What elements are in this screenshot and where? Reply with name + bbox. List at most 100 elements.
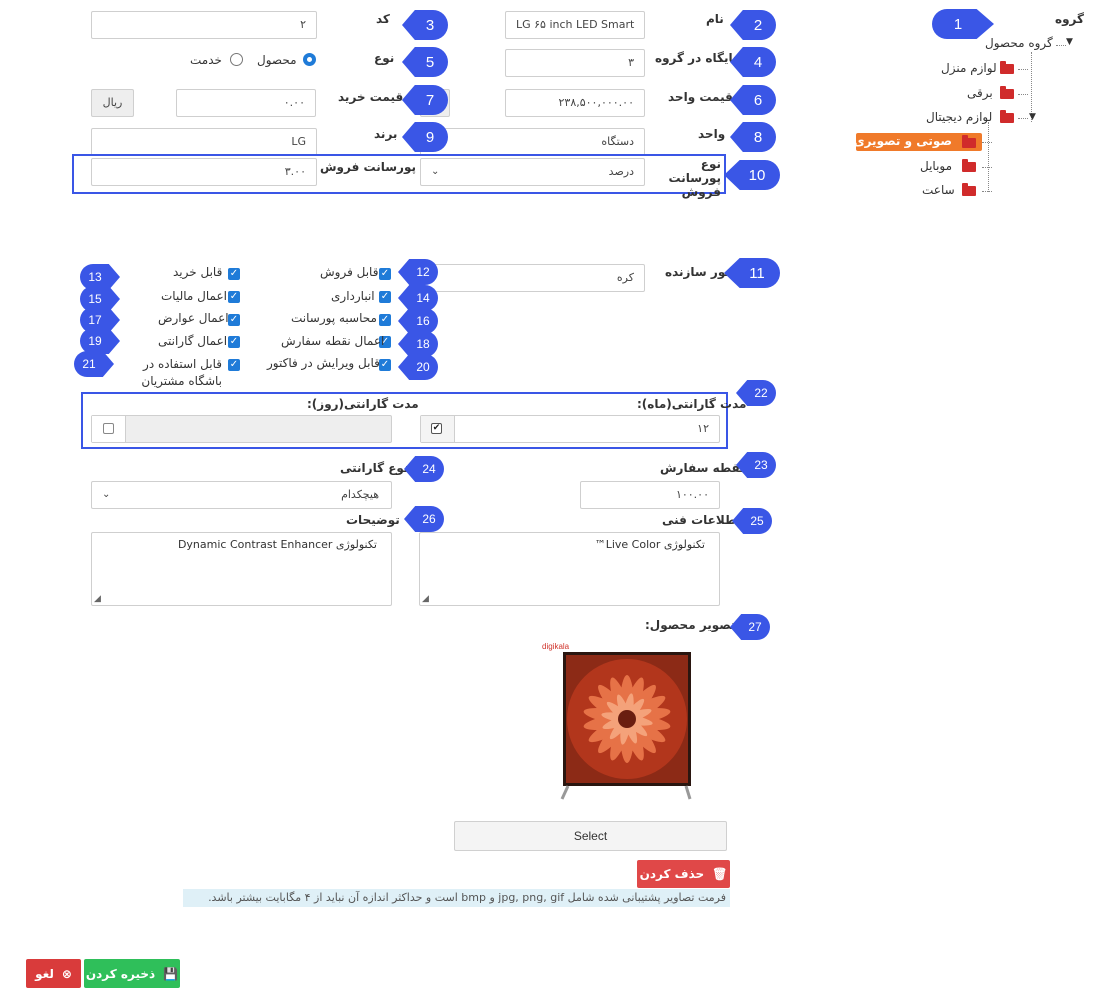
inventory-label: انبارداری — [331, 289, 375, 303]
delete-label: حذف کردن — [639, 867, 705, 881]
warranty-month-label: مدت گارانتی(ماه): — [637, 397, 747, 411]
order-point-label: نقطه سفارش — [660, 461, 745, 475]
badge-20: 20 — [398, 354, 438, 380]
commission-type-value: درصد — [608, 165, 634, 178]
tree-line — [982, 191, 992, 192]
checkbox-duties[interactable]: ✓ — [228, 314, 240, 326]
resize-handle-icon[interactable]: ◢ — [94, 594, 101, 604]
commission-calc-label: محاسبه پورسانت — [291, 311, 377, 325]
warranty-month-toggle[interactable]: ✔ — [421, 416, 455, 442]
badge-16: 16 — [398, 308, 438, 334]
checkbox-editable-invoice[interactable]: ✓ — [379, 359, 391, 371]
badge-19: 19 — [80, 328, 120, 354]
warranty-month-input[interactable]: ۱۲ — [420, 415, 720, 443]
chevron-down-icon[interactable]: ▼ — [1029, 112, 1036, 122]
tree-line — [982, 167, 992, 168]
club-label: قابل استفاده در باشگاه مشتریان — [141, 357, 222, 388]
type-product-radio[interactable] — [303, 53, 316, 66]
badge-26: 26 — [404, 506, 444, 532]
code-input[interactable]: ۲ — [91, 11, 317, 39]
buyable-label: قابل خرید — [173, 265, 223, 279]
order-point-input[interactable]: ۱۰۰.۰۰ — [580, 481, 720, 509]
commission-type-select[interactable]: درصد ⌄ — [420, 158, 645, 186]
badge-7: 7 — [402, 85, 448, 115]
tech-info-textarea[interactable]: تکنولوژی Live Color™ ◢ — [419, 532, 720, 606]
chevron-down-icon: ⌄ — [431, 166, 440, 177]
select-button[interactable]: Select — [454, 821, 727, 851]
tree-item-digital[interactable]: لوازم دیجیتال — [926, 110, 992, 124]
brand-label: برند — [374, 127, 398, 141]
tree-item-watch[interactable]: ساعت — [922, 183, 955, 197]
badge-18: 18 — [398, 331, 438, 357]
badge-12: 12 — [398, 259, 438, 285]
code-label: کد — [376, 12, 390, 26]
unit-input[interactable]: دستگاه — [420, 128, 645, 156]
cancel-label: لغو — [35, 966, 54, 981]
buy-price-label: قیمت خرید — [338, 90, 404, 104]
checkbox-club[interactable]: ✓ — [228, 359, 240, 371]
order-point-check-label: اعمال نقطه سفارش — [281, 334, 385, 348]
resize-handle-icon[interactable]: ◢ — [422, 594, 429, 604]
tree-item-selected[interactable]: صوتی و تصویری — [853, 133, 982, 151]
badge-6: 6 — [730, 85, 776, 115]
checkbox-warranty[interactable]: ✓ — [228, 336, 240, 348]
tv-image-icon — [560, 652, 692, 800]
folder-icon — [1000, 110, 1014, 123]
tree-line — [1018, 69, 1028, 70]
folder-icon — [962, 159, 976, 172]
checkbox-buyable[interactable]: ✓ — [228, 268, 240, 280]
checkbox-sellable[interactable]: ✓ — [379, 268, 391, 280]
warranty-day-toggle[interactable] — [92, 416, 126, 442]
close-icon: ⊗ — [61, 966, 72, 981]
tree-root[interactable]: گروه محصول — [985, 36, 1053, 50]
tree-item-electric[interactable]: برقی — [967, 86, 993, 100]
chevron-down-icon[interactable]: ▼ — [1066, 37, 1073, 47]
delete-button[interactable]: 🗑 حذف کردن — [637, 860, 730, 888]
image-label: تصویر محصول: — [645, 618, 736, 632]
type-product-label: محصول — [257, 53, 297, 67]
save-label: ذخیره کردن — [85, 966, 156, 981]
tree-item-mobile[interactable]: موبایل — [920, 159, 952, 173]
type-service-radio[interactable] — [230, 53, 243, 66]
position-input[interactable]: ۳ — [505, 49, 645, 77]
checkbox-inventory[interactable]: ✓ — [379, 291, 391, 303]
badge-2: 2 — [730, 10, 776, 40]
badge-21: 21 — [74, 351, 114, 377]
editable-invoice-label: قابل ویرایش در فاکتور — [267, 356, 380, 370]
type-label: نوع — [374, 51, 395, 65]
tree-item-audio-video: صوتی و تصویری — [853, 134, 952, 148]
checkbox-warranty-month: ✔ — [431, 423, 442, 434]
description-textarea[interactable]: تکنولوژی Dynamic Contrast Enhancer ◢ — [91, 532, 392, 606]
format-hint: فرمت تصاویر پشتیبانی شده شامل jpg, png, … — [183, 889, 730, 907]
tree-line — [1056, 45, 1066, 46]
badge-14: 14 — [398, 285, 438, 311]
commission-input[interactable]: ۳.۰۰ — [91, 158, 317, 186]
tree-item-home-appliances[interactable]: لوازم منزل — [941, 61, 997, 75]
folder-icon — [962, 183, 976, 196]
save-button[interactable]: 💾 ذخیره کردن — [84, 959, 180, 988]
buy-price-input[interactable]: ۰.۰۰ — [176, 89, 316, 117]
tree-line — [988, 122, 989, 192]
tax-label: اعمال مالیات — [161, 289, 227, 303]
unit-price-input[interactable]: ۲۳۸,۵۰۰,۰۰۰.۰۰ — [505, 89, 645, 117]
tree-line — [1018, 94, 1028, 95]
badge-11: 11 — [724, 258, 780, 288]
name-input[interactable]: LG ۶۵ inch LED Smart — [505, 11, 645, 39]
cancel-button[interactable]: ⊗ لغو — [26, 959, 81, 988]
checkbox-warranty-day — [103, 423, 114, 434]
badge-25: 25 — [732, 508, 772, 534]
warranty-day-input[interactable] — [91, 415, 392, 443]
save-icon: 💾 — [163, 966, 179, 981]
warranty-type-select[interactable]: هیچکدام ⌄ — [91, 481, 392, 509]
warranty-type-label: نوع گارانتی — [340, 461, 409, 475]
brand-input[interactable]: LG — [91, 128, 317, 156]
folder-icon — [1000, 61, 1014, 74]
checkbox-commission-calc[interactable]: ✓ — [379, 314, 391, 326]
type-service-label: خدمت — [190, 53, 222, 67]
commission-type-label: نوع پورسانت فروش — [668, 157, 721, 199]
currency-label: ریال — [91, 89, 134, 117]
checkbox-tax[interactable]: ✓ — [228, 291, 240, 303]
product-image: digikala — [540, 642, 700, 804]
tech-info-label: اطلاعات فنی — [662, 513, 741, 527]
country-input[interactable]: کره — [420, 264, 645, 292]
